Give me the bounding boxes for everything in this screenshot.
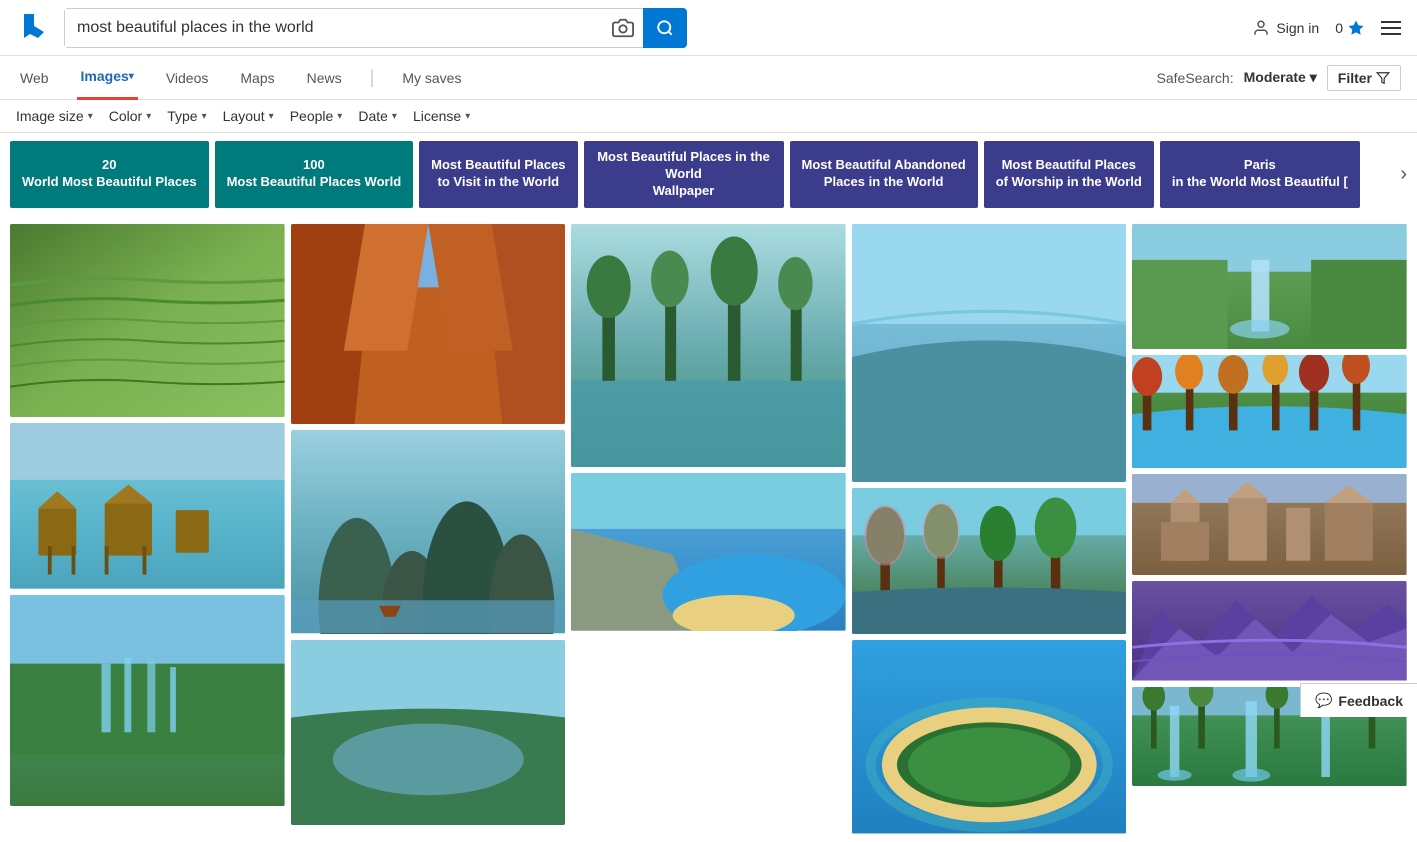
image-item-13[interactable] — [1132, 355, 1407, 468]
image-item-2[interactable] — [10, 423, 285, 589]
filter-button[interactable]: Filter — [1327, 65, 1401, 91]
nav-images[interactable]: Images — [77, 56, 138, 100]
image-item-10[interactable] — [852, 488, 1127, 635]
related-chip-7[interactable]: Parisin the World Most Beautiful [ — [1160, 141, 1360, 208]
filter-type[interactable]: Type — [167, 108, 206, 124]
filter-layout[interactable]: Layout — [223, 108, 274, 124]
related-chip-3[interactable]: Most Beautiful Placesto Visit in the Wor… — [419, 141, 577, 208]
image-item-9[interactable] — [852, 224, 1127, 482]
search-input[interactable] — [65, 9, 595, 47]
image-item-3[interactable] — [10, 595, 285, 807]
image-item-7[interactable] — [571, 224, 846, 467]
nav-right: SafeSearch: Moderate ▾ Filter — [1157, 65, 1401, 91]
feedback-label: Feedback — [1338, 693, 1403, 709]
filter-license[interactable]: License — [413, 108, 470, 124]
header: Sign in 0 — [0, 0, 1417, 56]
search-button[interactable] — [643, 8, 687, 48]
related-chip-6[interactable]: Most Beautiful Placesof Worship in the W… — [984, 141, 1154, 208]
nav-web[interactable]: Web — [16, 56, 53, 100]
feedback-button[interactable]: 💬 Feedback — [1300, 683, 1417, 717]
related-next-button[interactable]: › — [1400, 141, 1407, 208]
filter-people[interactable]: People — [290, 108, 343, 124]
image-item-15[interactable] — [1132, 581, 1407, 680]
filter-color[interactable]: Color — [109, 108, 152, 124]
related-chip-4[interactable]: Most Beautiful Places in the WorldWallpa… — [584, 141, 784, 208]
search-bar — [64, 8, 644, 48]
image-item-4[interactable] — [291, 224, 566, 425]
image-item-14[interactable] — [1132, 474, 1407, 575]
image-item-11[interactable] — [852, 640, 1127, 833]
nav-bar: Web Images Videos Maps News | My saves S… — [0, 56, 1417, 100]
safesearch-label: SafeSearch: — [1157, 70, 1234, 86]
image-item-1[interactable] — [10, 224, 285, 417]
nav-videos[interactable]: Videos — [162, 56, 213, 100]
sign-in-button[interactable]: Sign in — [1252, 19, 1319, 37]
image-item-12[interactable] — [1132, 224, 1407, 349]
safesearch-value[interactable]: Moderate ▾ — [1244, 69, 1317, 86]
nav-mysaves[interactable]: My saves — [398, 56, 465, 100]
reward-count[interactable]: 0 — [1335, 19, 1365, 37]
bing-logo[interactable] — [16, 10, 52, 46]
sign-in-label: Sign in — [1276, 20, 1319, 36]
hamburger-menu[interactable] — [1381, 21, 1401, 35]
camera-button[interactable] — [603, 8, 643, 48]
image-item-8[interactable] — [571, 473, 846, 631]
filter-date[interactable]: Date — [358, 108, 397, 124]
related-chip-1[interactable]: 20World Most Beautiful Places — [10, 141, 209, 208]
related-searches-bar: 20World Most Beautiful Places 100Most Be… — [0, 133, 1417, 216]
nav-divider: | — [370, 67, 375, 88]
related-chip-5[interactable]: Most Beautiful AbandonedPlaces in the Wo… — [790, 141, 978, 208]
filters-bar: Image size Color Type Layout People Date… — [0, 100, 1417, 133]
nav-news[interactable]: News — [303, 56, 346, 100]
image-item-6[interactable] — [291, 640, 566, 825]
image-grid — [0, 216, 1417, 842]
feedback-icon: 💬 — [1315, 692, 1332, 709]
filter-image-size[interactable]: Image size — [16, 108, 93, 124]
nav-maps[interactable]: Maps — [236, 56, 278, 100]
related-chip-2[interactable]: 100Most Beautiful Places World — [215, 141, 414, 208]
header-right: Sign in 0 — [1252, 19, 1401, 37]
image-item-5[interactable] — [291, 430, 566, 633]
